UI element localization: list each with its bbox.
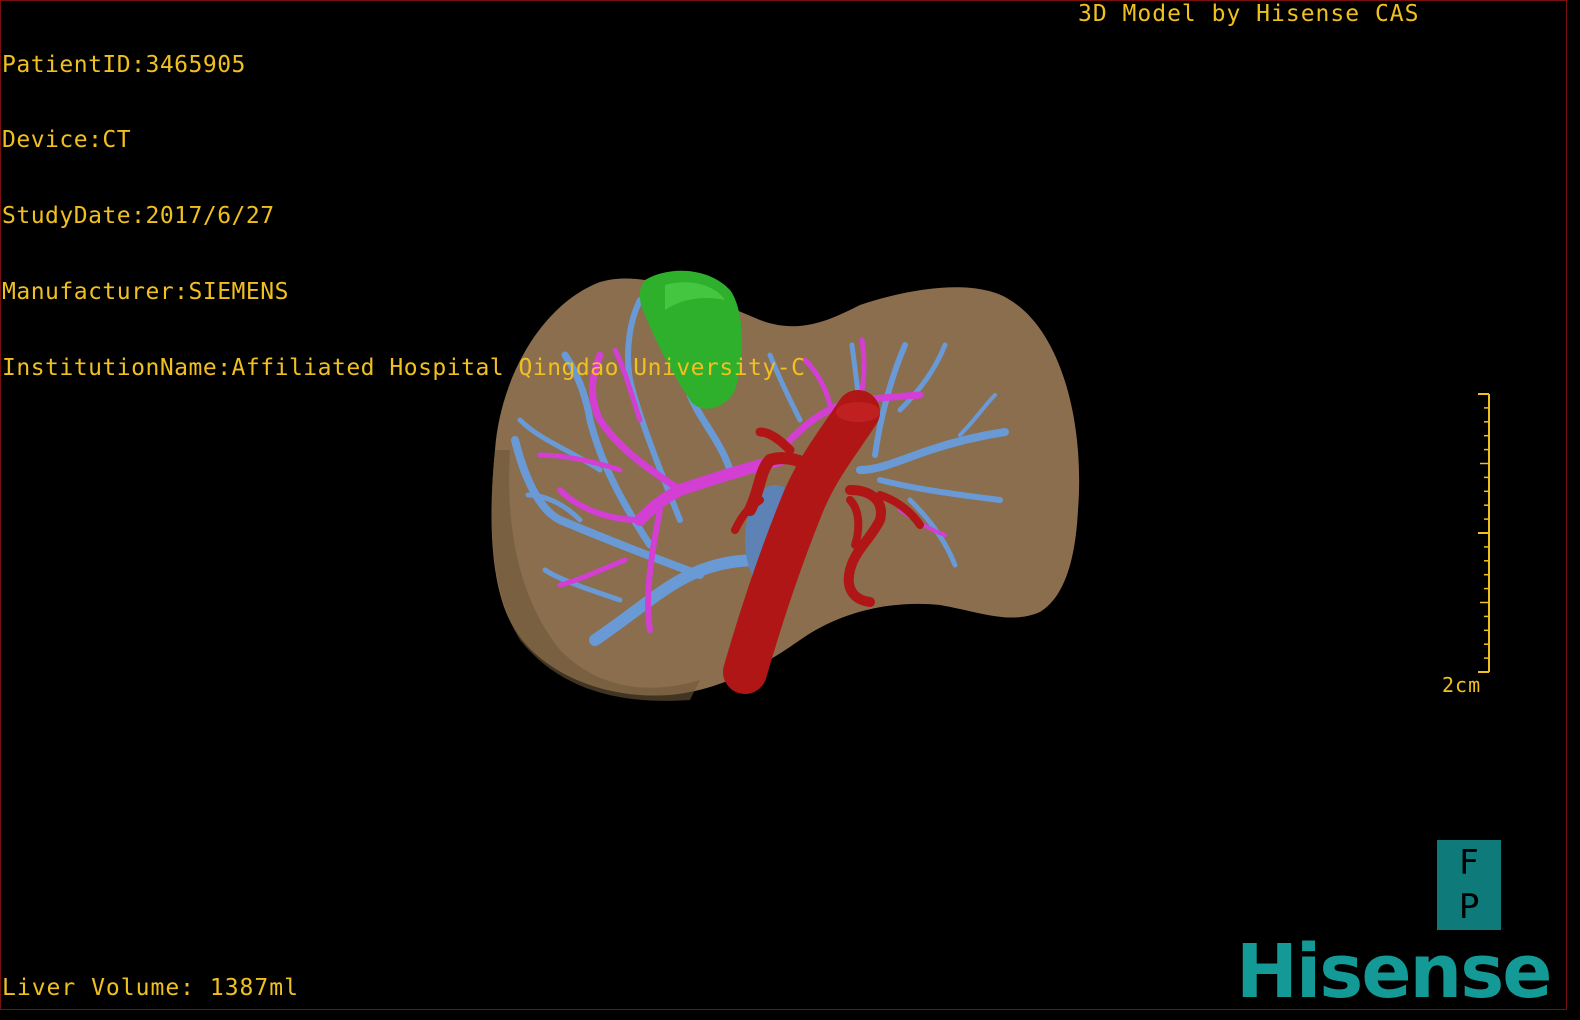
device-text: Device:CT xyxy=(2,127,132,154)
orientation-bottom-label: P xyxy=(1458,887,1480,927)
orientation-top-label: F xyxy=(1459,843,1479,883)
institution-text: InstitutionName:Affiliated Hospital Qing… xyxy=(2,355,806,382)
patient-info-panel: PatientID:3465905 Device:CT StudyDate:20… xyxy=(2,2,805,407)
orientation-indicator[interactable]: F P xyxy=(1437,840,1501,930)
aorta-top xyxy=(836,402,880,422)
model-credit-text: 3D Model by Hisense CAS xyxy=(1078,1,1420,27)
study-date-text: StudyDate:2017/6/27 xyxy=(2,203,275,230)
hisense-logo: Hisense xyxy=(1236,929,1552,1015)
liver-volume-text: Liver Volume: 1387ml xyxy=(2,975,299,1001)
patient-id-text: PatientID:3465905 xyxy=(2,51,246,78)
scale-bar-label: 2cm xyxy=(1442,673,1482,697)
manufacturer-text: Manufacturer:SIEMENS xyxy=(2,279,289,306)
scale-bar xyxy=(1478,393,1490,673)
